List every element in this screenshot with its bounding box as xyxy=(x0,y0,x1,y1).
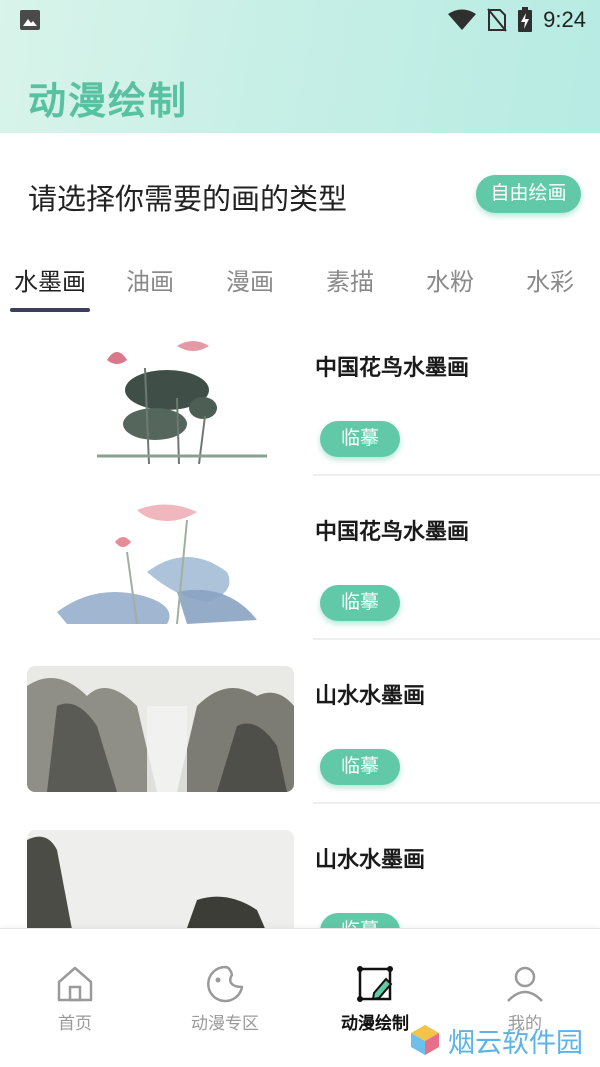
tab-watercolor[interactable]: 水彩 xyxy=(500,262,600,297)
app-header: 9:24 动漫绘制 xyxy=(0,0,600,133)
active-tab-indicator xyxy=(10,308,90,312)
app-title: 动漫绘制 xyxy=(28,81,189,123)
status-bar: 9:24 xyxy=(0,0,600,40)
divider xyxy=(313,802,600,804)
image-notification-icon xyxy=(20,10,40,30)
watermark: 烟云软件园 xyxy=(408,1020,583,1060)
category-tabs: 水墨画 油画 漫画 素描 水粉 水彩 xyxy=(0,252,600,316)
wifi-icon xyxy=(448,9,477,30)
nav-item-anime-zone[interactable]: 动漫专区 xyxy=(150,929,300,1067)
divider xyxy=(313,474,600,476)
list-item[interactable]: 中国花鸟水墨画 临摹 xyxy=(0,330,600,494)
tab-oil-painting[interactable]: 油画 xyxy=(100,262,200,297)
palette-icon xyxy=(207,965,244,1003)
status-time: 9:24 xyxy=(543,7,586,32)
lotus-watercolor-thumbnail[interactable] xyxy=(27,502,294,628)
list-item[interactable]: 山水水墨画 临摹 xyxy=(0,658,600,822)
divider xyxy=(313,638,600,640)
no-sim-icon xyxy=(487,8,507,32)
user-icon xyxy=(507,966,543,1002)
copy-button[interactable]: 临摹 xyxy=(320,585,400,621)
tab-comic[interactable]: 漫画 xyxy=(200,262,300,297)
list-item[interactable]: 中国花鸟水墨画 临摹 xyxy=(0,494,600,658)
free-draw-button[interactable]: 自由绘画 xyxy=(476,175,581,213)
battery-icon xyxy=(518,7,533,32)
copy-button[interactable]: 临摹 xyxy=(320,421,400,457)
card-title: 山水水墨画 xyxy=(315,683,426,708)
mountain-ink-thumbnail[interactable] xyxy=(27,666,294,792)
cube-logo-icon xyxy=(411,1025,439,1055)
tab-sketch[interactable]: 素描 xyxy=(300,262,400,297)
tab-gouache[interactable]: 水粉 xyxy=(400,262,500,297)
card-title: 中国花鸟水墨画 xyxy=(315,519,470,544)
copy-button[interactable]: 临摹 xyxy=(320,749,400,785)
card-title: 山水水墨画 xyxy=(315,847,426,872)
draw-icon xyxy=(357,966,393,1002)
nav-label: 首页 xyxy=(58,1014,92,1033)
lotus-ink-thumbnail[interactable] xyxy=(27,338,294,464)
nav-label: 动漫专区 xyxy=(191,1014,259,1033)
status-right: 9:24 xyxy=(447,6,586,34)
card-title: 中国花鸟水墨画 xyxy=(315,355,470,380)
home-icon xyxy=(57,966,93,1002)
category-prompt: 请选择你需要的画的类型 xyxy=(28,184,348,216)
watermark-text: 烟云软件园 xyxy=(448,1027,583,1058)
nav-item-home[interactable]: 首页 xyxy=(0,929,150,1067)
tab-ink-painting[interactable]: 水墨画 xyxy=(0,262,100,297)
